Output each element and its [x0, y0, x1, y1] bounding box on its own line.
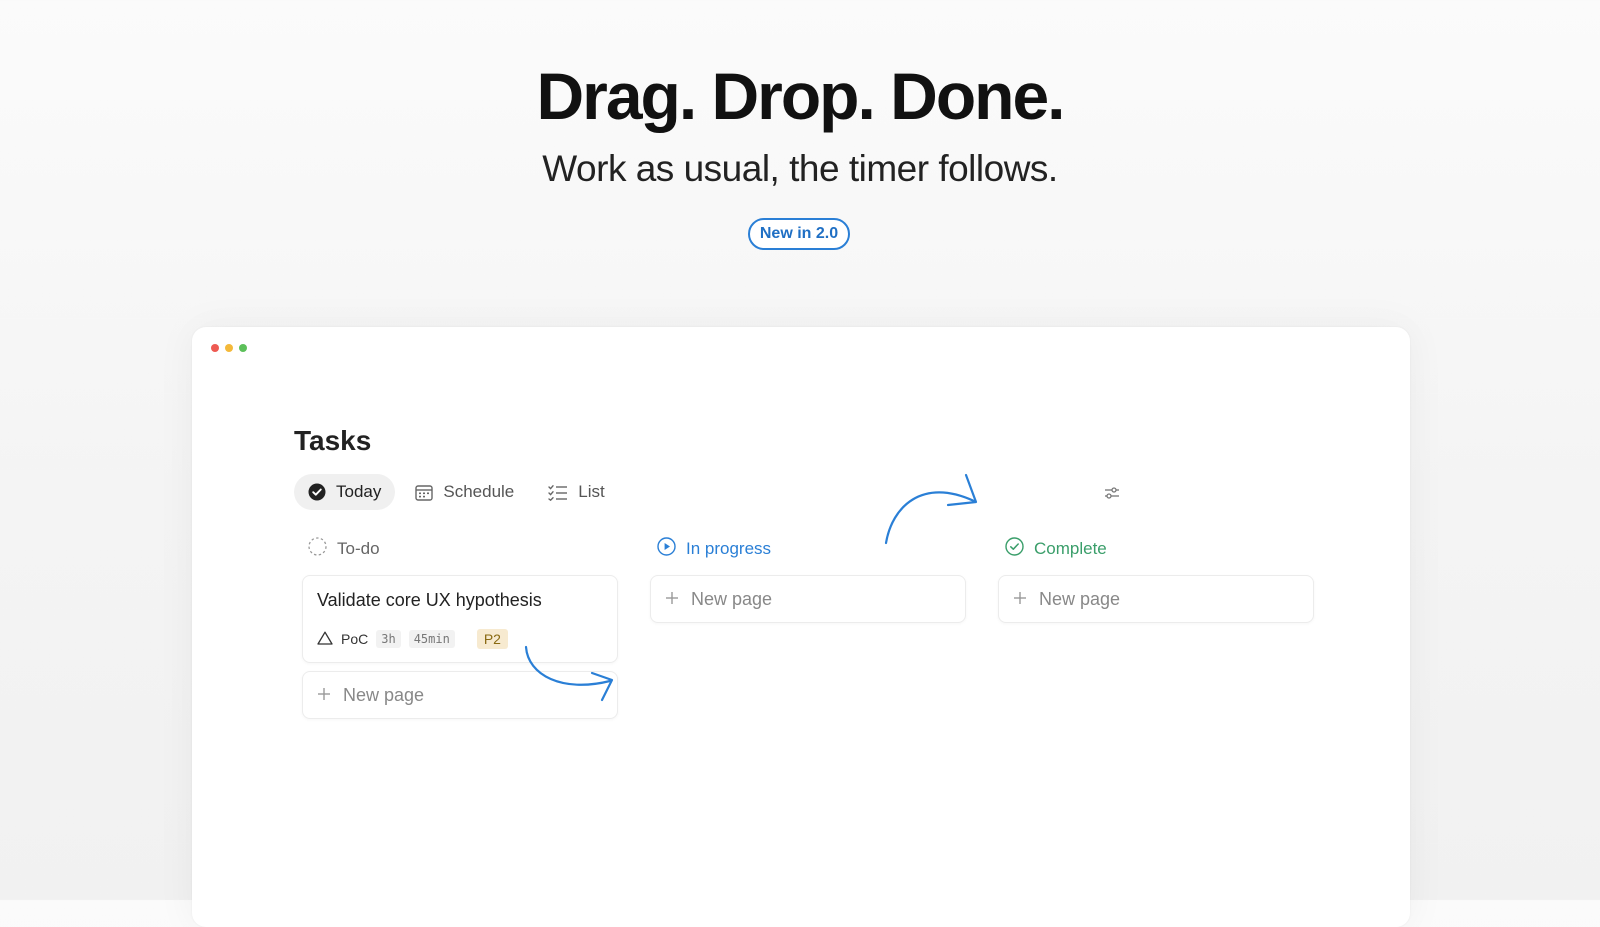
new-page-button-in-progress[interactable]: New page	[650, 575, 966, 623]
column-label-todo: To-do	[337, 539, 380, 558]
close-window-dot[interactable]	[211, 344, 219, 352]
task-title: Validate core UX hypothesis	[317, 590, 542, 610]
task-project: PoC	[341, 631, 369, 647]
tab-list-label: List	[578, 482, 605, 501]
dashed-circle-icon	[308, 537, 327, 561]
triangle-icon	[317, 631, 333, 648]
column-header-complete: Complete	[1005, 537, 1107, 561]
priority-badge: P2	[476, 629, 508, 649]
new-version-badge[interactable]: New in 2.0	[748, 218, 850, 250]
check-circle-icon	[308, 483, 326, 501]
page-title: Tasks	[294, 425, 372, 456]
tab-today-label: Today	[336, 482, 382, 501]
plus-icon	[1013, 589, 1027, 610]
tab-list[interactable]: List	[534, 474, 618, 510]
minimize-window-dot[interactable]	[225, 344, 233, 352]
tab-today[interactable]: Today	[294, 474, 396, 510]
view-tabs: Today Schedule List	[294, 474, 625, 510]
plus-icon	[317, 685, 331, 706]
drag-arrow-up-icon	[884, 473, 978, 545]
check-circle-outline-icon	[1005, 537, 1024, 561]
drag-arrow-down-icon	[524, 645, 614, 702]
plus-icon	[665, 589, 679, 610]
play-circle-icon	[657, 537, 676, 561]
estimate-minutes-tag: 45min	[408, 630, 455, 648]
task-meta: PoC 3h 45min P2	[317, 629, 508, 649]
filter-settings-icon[interactable]	[1104, 486, 1120, 505]
new-page-button-complete[interactable]: New page	[998, 575, 1314, 623]
new-page-label: New page	[691, 588, 773, 609]
column-label-in-progress: In progress	[686, 539, 772, 558]
column-label-complete: Complete	[1034, 539, 1107, 558]
maximize-window-dot[interactable]	[239, 344, 247, 352]
calendar-icon	[415, 484, 434, 501]
hero-subtitle: Work as usual, the timer follows.	[542, 148, 1058, 189]
new-page-label: New page	[343, 684, 425, 705]
tab-schedule-label: Schedule	[443, 482, 515, 501]
hero-title: Drag. Drop. Done.	[536, 59, 1065, 133]
new-page-label: New page	[1039, 588, 1121, 609]
checklist-icon	[548, 484, 568, 501]
column-header-in-progress: In progress	[657, 537, 771, 561]
window-controls	[211, 344, 247, 352]
app-window: Tasks Today Schedule List To-do In progr…	[192, 327, 1410, 927]
column-header-todo: To-do	[308, 537, 380, 561]
estimate-hours-tag: 3h	[376, 630, 401, 648]
tab-schedule[interactable]: Schedule	[401, 474, 528, 510]
